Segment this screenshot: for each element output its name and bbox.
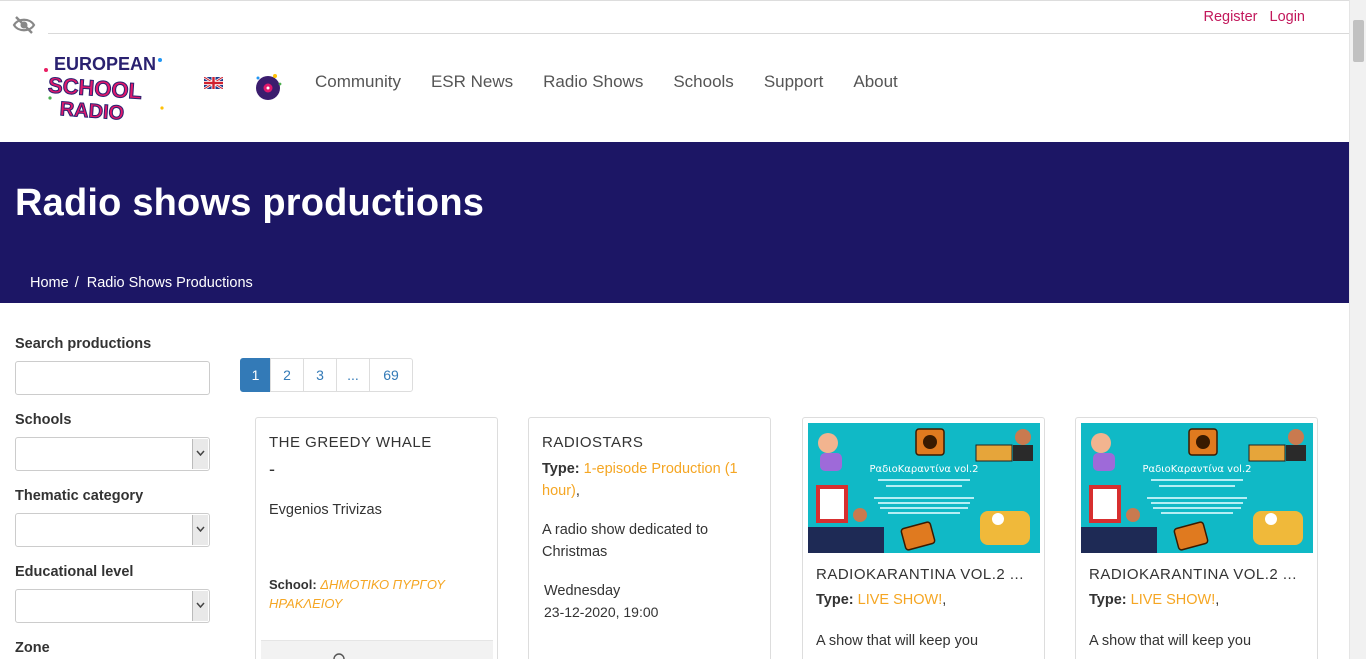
card-type-label: Type:	[1089, 592, 1127, 608]
card-type: Type: LIVE SHOW!,	[816, 589, 946, 611]
thematic-category-select-arrow[interactable]	[192, 515, 208, 545]
card-title[interactable]: RADIOKARANTINA VOL.2 ...	[816, 566, 1038, 583]
card-type-label: Type:	[816, 592, 854, 608]
card-type-comma: ,	[1215, 592, 1220, 608]
breadcrumb-current: Radio Shows Productions	[86, 275, 253, 291]
filters-sidebar: Search productions Schools Thematic cate…	[15, 336, 211, 659]
page-banner: Radio shows productions Home / Radio Shows…	[0, 142, 1349, 303]
card-description: A show that will keep you	[1089, 633, 1252, 649]
breadcrumb: Home / Radio Shows Productions	[30, 275, 253, 291]
card-description: A show that will keep you	[816, 633, 979, 649]
header-divider	[48, 33, 1349, 34]
card-footer	[261, 640, 493, 659]
european-school-radio-logo[interactable]: EUROPEAN SCHOOL RADIO	[40, 48, 168, 124]
main-nav: Community ESR News Radio Shows Schools S…	[315, 72, 898, 92]
logo-text-radio: RADIO	[59, 98, 125, 124]
card-description-line1: A radio show dedicated to	[542, 522, 709, 538]
play-circle-icon[interactable]	[333, 651, 345, 659]
nav-schools[interactable]: Schools	[673, 72, 733, 92]
nav-support[interactable]: Support	[764, 72, 824, 92]
zone-label: Zone	[15, 640, 50, 656]
thematic-category-label: Thematic category	[15, 488, 144, 504]
card-school-link-line2[interactable]: ΗΡΑΚΛΕΙΟΥ	[269, 596, 342, 611]
production-card[interactable]: ΡαδιοΚαραντίνα vol.2 RADIOKARANTINA VOL.…	[1075, 417, 1318, 659]
page-2[interactable]: 2	[270, 358, 304, 392]
cover-image-title: ΡαδιοΚαραντίνα vol.2	[869, 463, 978, 475]
vertical-scrollbar[interactable]	[1349, 0, 1366, 659]
page-1[interactable]: 1	[240, 358, 271, 392]
production-card[interactable]: ΡαδιοΚαραντίνα vol.2 RADIOKARANTINA VOL.…	[802, 417, 1045, 659]
card-type-link[interactable]: LIVE SHOW!	[1131, 592, 1216, 608]
chevron-down-icon	[196, 602, 205, 608]
schools-label: Schools	[15, 412, 72, 428]
scrollbar-thumb[interactable]	[1353, 20, 1364, 62]
breadcrumb-home[interactable]: Home	[30, 275, 69, 291]
card-day: Wednesday	[544, 583, 621, 599]
search-label: Search productions	[15, 336, 152, 352]
nav-radio-shows[interactable]: Radio Shows	[543, 72, 643, 92]
card-type-comma: ,	[575, 483, 580, 499]
card-type: Type: 1-episode Production (1 hour),	[542, 458, 762, 502]
auth-links: Register Login	[1195, 9, 1305, 25]
nav-community[interactable]: Community	[315, 72, 401, 92]
card-type-link[interactable]: 1-episode Production (1	[584, 461, 738, 477]
login-link[interactable]: Login	[1270, 9, 1305, 25]
card-description-line2: Christmas	[542, 544, 608, 560]
radiokarantina-cover-image[interactable]: ΡαδιοΚαραντίνα vol.2	[808, 423, 1040, 553]
production-card[interactable]: THE GREEDY WHALE - Evgenios Trivizas Sch…	[255, 417, 498, 659]
card-type-label: Type:	[542, 461, 580, 477]
top-divider	[0, 0, 1349, 1]
educational-level-select-arrow[interactable]	[192, 591, 208, 621]
page: Register Login EUROPEAN SCHOOL RADIO Com…	[0, 0, 1349, 659]
radiokarantina-cover-image[interactable]: ΡαδιοΚαραντίνα vol.2	[1081, 423, 1313, 553]
card-title[interactable]: THE GREEDY WHALE	[269, 434, 491, 451]
card-author: Evgenios Trivizas	[269, 502, 382, 518]
breadcrumb-separator: /	[74, 275, 79, 291]
page-ellipsis: ...	[336, 358, 370, 392]
card-title[interactable]: RADIOSTARS	[542, 434, 764, 451]
nav-about[interactable]: About	[853, 72, 897, 92]
page-title: Radio shows productions	[15, 182, 485, 224]
production-card[interactable]: RADIOSTARS Type: 1-episode Production (1…	[528, 417, 771, 659]
card-datetime: 23-12-2020, 19:00	[544, 604, 659, 620]
thematic-category-select[interactable]	[15, 513, 210, 547]
card-type-link[interactable]: LIVE SHOW!	[858, 592, 943, 608]
card-school: School: ΔΗΜΟΤΙΚΟ ΠΥΡΓΟΥ ΗΡΑΚΛΕΙΟΥ	[269, 575, 489, 613]
card-type-link-line2[interactable]: hour)	[542, 483, 576, 499]
educational-level-select[interactable]	[15, 589, 210, 623]
card-school-link[interactable]: ΔΗΜΟΤΙΚΟ ΠΥΡΓΟΥ	[320, 577, 445, 592]
accessibility-eye-icon[interactable]	[12, 14, 36, 36]
chevron-down-icon	[196, 526, 205, 532]
card-type: Type: LIVE SHOW!,	[1089, 589, 1219, 611]
card-dash: -	[269, 459, 275, 479]
schools-select[interactable]	[15, 437, 210, 471]
nav-esr-news[interactable]: ESR News	[431, 72, 513, 92]
card-title[interactable]: RADIOKARANTINA VOL.2 ...	[1089, 566, 1311, 583]
register-link[interactable]: Register	[1203, 9, 1257, 25]
schools-select-arrow[interactable]	[192, 439, 208, 469]
page-3[interactable]: 3	[303, 358, 337, 392]
educational-level-label: Educational level	[15, 564, 134, 580]
pagination: 1 2 3 ... 69	[240, 358, 413, 392]
card-description: A radio show dedicated to Christmas	[542, 519, 708, 563]
page-69[interactable]: 69	[369, 358, 413, 392]
chevron-down-icon	[196, 450, 205, 456]
card-type-comma: ,	[942, 592, 947, 608]
card-school-label: School:	[269, 577, 317, 592]
search-input[interactable]	[15, 361, 210, 395]
radio-disc-icon[interactable]	[253, 72, 283, 102]
logo-text-european: EUROPEAN	[54, 54, 156, 74]
cover-image-title: ΡαδιοΚαραντίνα vol.2	[1142, 463, 1251, 475]
uk-flag-icon[interactable]	[204, 77, 223, 89]
